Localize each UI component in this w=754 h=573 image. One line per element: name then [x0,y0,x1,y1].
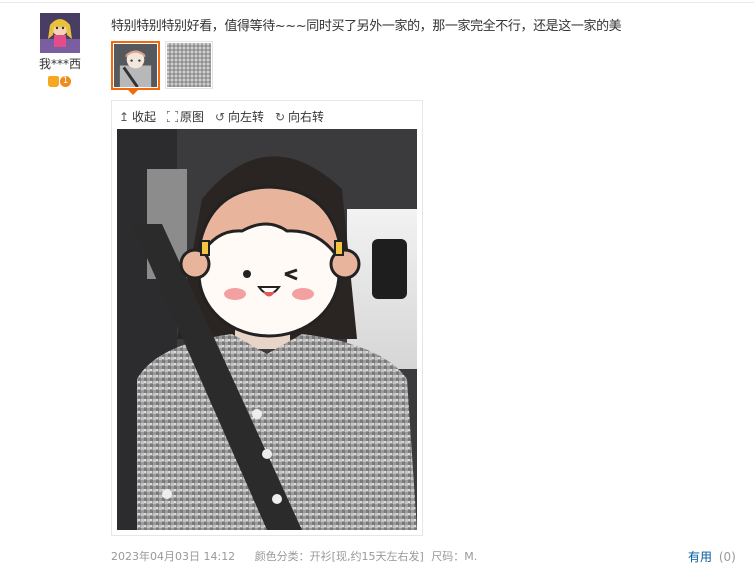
arrow-up-icon: ↥ [118,109,130,124]
review-photo[interactable] [117,129,417,530]
rotate-left-icon: ↺ [215,109,226,124]
rotate-left-button[interactable]: ↺ 向左转 [214,108,264,125]
thumbnail-photo-1[interactable] [111,41,160,90]
crown-icon [48,76,59,87]
useful-label[interactable]: 有用 [688,550,712,564]
review-date: 2023年04月03日 14:12 [111,550,236,563]
original-image-label: 原图 [180,110,205,124]
rotate-left-label: 向左转 [228,110,265,124]
image-viewer: ↥ 收起 原图 ↺ 向左转 ↻ 向右转 [111,100,423,536]
original-image-button[interactable]: 原图 [165,108,205,125]
collapse-label: 收起 [132,110,157,124]
comment-text: 特别特别特别好看，值得等待~~~同时买了另外一家的，那一家完全不行，还是这一家的… [111,19,622,34]
viewer-toolbar: ↥ 收起 原图 ↺ 向左转 ↻ 向右转 [118,108,324,125]
color-category: 颜色分类：开衫[现,约15天左右发] [254,550,424,563]
expand-icon [165,109,179,123]
rotate-right-label: 向右转 [288,110,325,124]
rotate-right-icon: ↻ [275,109,286,124]
rotate-right-button[interactable]: ↻ 向右转 [274,108,324,125]
level-badge: 1 [48,75,72,88]
level-number: 1 [60,76,71,87]
review-meta: 2023年04月03日 14:12 颜色分类：开衫[现,约15天左右发] 尺码：… [111,548,493,564]
useful-button[interactable]: 有用 (0) [688,548,736,565]
selected-thumbnail-pointer [127,89,139,95]
thumbnail-list [111,41,213,90]
size-spec: 尺码：M. [431,550,478,563]
thumbnail-photo-2[interactable] [165,41,213,89]
top-divider [0,2,754,3]
avatar[interactable] [40,13,80,53]
collapse-button[interactable]: ↥ 收起 [118,108,156,125]
useful-count: (0) [718,550,736,564]
username: 我***西 [38,57,81,71]
